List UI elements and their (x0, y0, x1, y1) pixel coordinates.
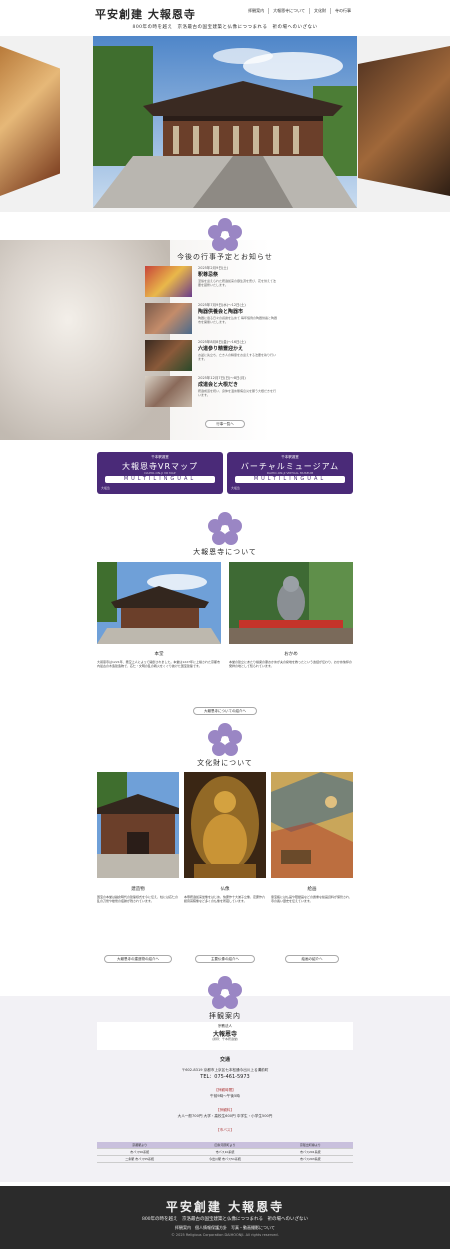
vr-map-banner[interactable]: 千本釈迦堂 大報恩寺VRマップ DAIHO-ON-JI VR MAP MULTI… (97, 452, 223, 494)
bunkazai-title: 文化財について (197, 759, 253, 767)
footer-logo[interactable]: 平安創建 大報恩寺 (0, 1198, 450, 1215)
news-item-title[interactable]: 陶器供養会と陶器市 (198, 308, 243, 315)
fee-text: 大人一般700円 大学・高校生600円 中学生・小学生500円 (177, 1114, 273, 1118)
hero-side-image-left (0, 46, 60, 196)
nav-item-about[interactable]: 大報恩寺について (268, 8, 309, 14)
nav-item-events[interactable]: 寺の行事 (330, 8, 355, 14)
banner-logo: 大坂急 (101, 486, 111, 490)
header-tagline: 800年の時を越え 京洛最古の国宝建築と仏像につつまれる 祈の場へのいざない (132, 25, 318, 30)
okame-photo (229, 562, 353, 644)
buddha-caption: 仏像 (220, 887, 230, 892)
phone-number[interactable]: TEL：075-461-5973 (97, 1075, 353, 1080)
access-label: 交通 (219, 1057, 230, 1063)
kamon-icon (208, 512, 242, 545)
site-header: 平安創建 大報恩寺 拝観案内 大報恩寺について 文化財 寺の行事 800年の時を… (0, 0, 450, 40)
news-desc: お盆に先立ち、亡き人の精霊をお迎えする法要を執り行います。 (198, 353, 277, 361)
news-item[interactable]: 2025年12月7日(日)～8日(月) 成道会と大根だき 釈迦成道を祝い、身体を… (145, 376, 276, 408)
news-title: 今後の行事予定とお知らせ (177, 253, 273, 261)
about-title: 大報恩寺について (193, 548, 257, 556)
building-photo (97, 772, 179, 878)
banner-subtitle: DAIHO-ON-JI VIRTUAL MUSEUM (266, 471, 314, 475)
banner-multilingual: MULTILINGUAL (235, 476, 345, 483)
table-cell: 今出川駅 市バス51系統 (182, 1156, 268, 1163)
events-list-button[interactable]: 行事一覧へ (205, 420, 245, 428)
news-desc: 陶器に宿る日々の感謝を込めて 毎年恒例の陶器供養と陶器市を開催いたします。 (198, 316, 277, 324)
site-logo[interactable]: 平安創建 大報恩寺 (95, 6, 196, 22)
temple-info-box: 宗教法人 大報恩寺 (通称：千本釈迦堂) (97, 1022, 353, 1050)
table-head-cell: 京阪出町柳より (267, 1142, 353, 1149)
visit-title: 拝観案内 (209, 1012, 241, 1020)
temple-name-sub: (通称：千本釈迦堂) (211, 1037, 239, 1041)
kamon-icon (208, 218, 242, 251)
fee-label: 【拝観料】 (216, 1108, 234, 1112)
about-text-right: 本堂の建立にあたり棟梁の妻おかめが夫の窮地を救ったという逸話が伝わり、おかめ信仰… (229, 660, 352, 669)
footer-copyright: © 2025 Religious Corporation DAIHOONJI. … (171, 1233, 279, 1237)
painting-text: 霊宝殿には仏画や障壁画などの貴重な絵画資料が保管され、寺の長い歴史を伝えています… (271, 895, 353, 904)
news-item[interactable]: 2025年2月9日(土) 釈尊忌祭 涅槃を迎えられた釈迦如来の御生涯を偲び、花を… (145, 266, 276, 298)
banner-multilingual: MULTILINGUAL (105, 476, 215, 483)
virtual-museum-banner[interactable]: 千本釈迦堂 バーチャルミュージアム DAIHO-ON-JI VIRTUAL MU… (227, 452, 353, 494)
nav-item-visit[interactable]: 拝観案内 (244, 8, 268, 14)
news-item[interactable]: 2025年8月8日(金)～16日(土) 六道参り精霊迎かえ お盆に先立ち、亡き人… (145, 340, 276, 372)
news-item-title[interactable]: 六道参り精霊迎かえ (198, 345, 243, 352)
hero-main-image (93, 36, 357, 208)
bus-label: 【市バス】 (216, 1128, 234, 1132)
banner-logo: 大坂急 (231, 486, 241, 490)
table-cell: 市バス201系統 (267, 1149, 353, 1156)
about-text-left: 大報恩寺は1221年、義空上人によって開創されました。本堂は1227年に上棟され… (97, 660, 221, 669)
news-item[interactable]: 2025年7月9日(水)～12日(土) 陶器供養会と陶器市 陶器に宿る日々の感謝… (145, 303, 277, 335)
building-caption: 建造物 (131, 887, 145, 892)
table-cell: 市バス50系統 (97, 1149, 183, 1156)
honden-caption: 本堂 (154, 652, 164, 657)
painting-caption: 絵画 (307, 887, 317, 892)
news-item-title[interactable]: 成道会と大根だき (198, 381, 238, 388)
bus-table-header: 京都駅より 四条河原町より 京阪出町柳より (97, 1142, 353, 1149)
news-thumb (145, 340, 192, 371)
buddha-text: 本尊釈迦如来坐像をはじめ、快慶作十大弟子立像、定慶作六観音菩薩像など多くの仏像を… (184, 895, 266, 904)
table-head-cell: 四条河原町より (182, 1142, 268, 1149)
buddha-more-button[interactable]: 主要仏像の紹介へ (195, 955, 255, 963)
table-row: 二条駅 市バス55系統 今出川駅 市バス51系統 市バス203系統 (97, 1156, 353, 1163)
table-cell: 市バス203系統 (267, 1156, 353, 1163)
news-thumb (145, 376, 192, 407)
footer-tagline: 800年の時を越え 京洛最古の国宝建築と仏像につつまれる 祈の場へのいざない (141, 1217, 309, 1222)
news-thumb (145, 303, 192, 334)
hero-side-image-right (358, 46, 450, 196)
site-footer: 平安創建 大報恩寺 800年の時を越え 京洛最古の国宝建築と仏像につつまれる 祈… (0, 1186, 450, 1249)
painting-photo (271, 772, 353, 878)
bus-table: 京都駅より 四条河原町より 京阪出町柳より 市バス50系統 市バス10系統 市バ… (97, 1142, 353, 1163)
nav-item-bunkazai[interactable]: 文化財 (309, 8, 330, 14)
table-cell: 市バス10系統 (182, 1149, 268, 1156)
painting-more-button[interactable]: 絵画の紹介へ (285, 955, 339, 963)
news-desc: 釈迦成道を祝い、身体を温め無病息災を願う大根だきを行います。 (198, 389, 277, 397)
address-text: 〒602-8319 京都市上京区七本松通今出川上る溝前町 (181, 1068, 269, 1072)
news-item-title[interactable]: 釈尊忌祭 (198, 271, 218, 278)
honden-photo (97, 562, 221, 644)
news-thumb (145, 266, 192, 297)
about-more-button[interactable]: 大報恩寺についての紹介へ (193, 707, 257, 715)
news-desc: 涅槃を迎えられた釈迦如来の御生涯を偲び、花を供えて法要を厳修いたします。 (198, 279, 276, 287)
footer-links[interactable]: 拝観案内 個人情報保護方針 写真・動画撮影について (0, 1225, 450, 1231)
banner-subtitle: DAIHO-ON-JI VR MAP (144, 471, 176, 475)
building-text: 国宝の本堂は鎌倉時代の建築様式を今に伝え、柱には応仁の乱の刀傷や槍傷の痕跡が残さ… (97, 895, 179, 904)
table-cell: 二条駅 市バス55系統 (97, 1156, 183, 1163)
hours-text: 午前9時～午後5時 (210, 1094, 240, 1098)
kamon-icon (208, 976, 242, 1009)
okame-caption: おかめ (284, 652, 298, 657)
building-more-button[interactable]: 大報恩寺の建造物の紹介へ (104, 955, 172, 963)
hours-label: 【拝観時間】 (214, 1088, 236, 1092)
kamon-icon (208, 723, 242, 756)
buddha-photo (184, 772, 266, 878)
banner-top-label: 千本釈迦堂 (281, 455, 299, 459)
table-head-cell: 京都駅より (97, 1142, 183, 1149)
banner-top-label: 千本釈迦堂 (151, 455, 169, 459)
table-row: 市バス50系統 市バス10系統 市バス201系統 (97, 1149, 353, 1156)
global-nav: 拝観案内 大報恩寺について 文化財 寺の行事 (244, 8, 355, 14)
